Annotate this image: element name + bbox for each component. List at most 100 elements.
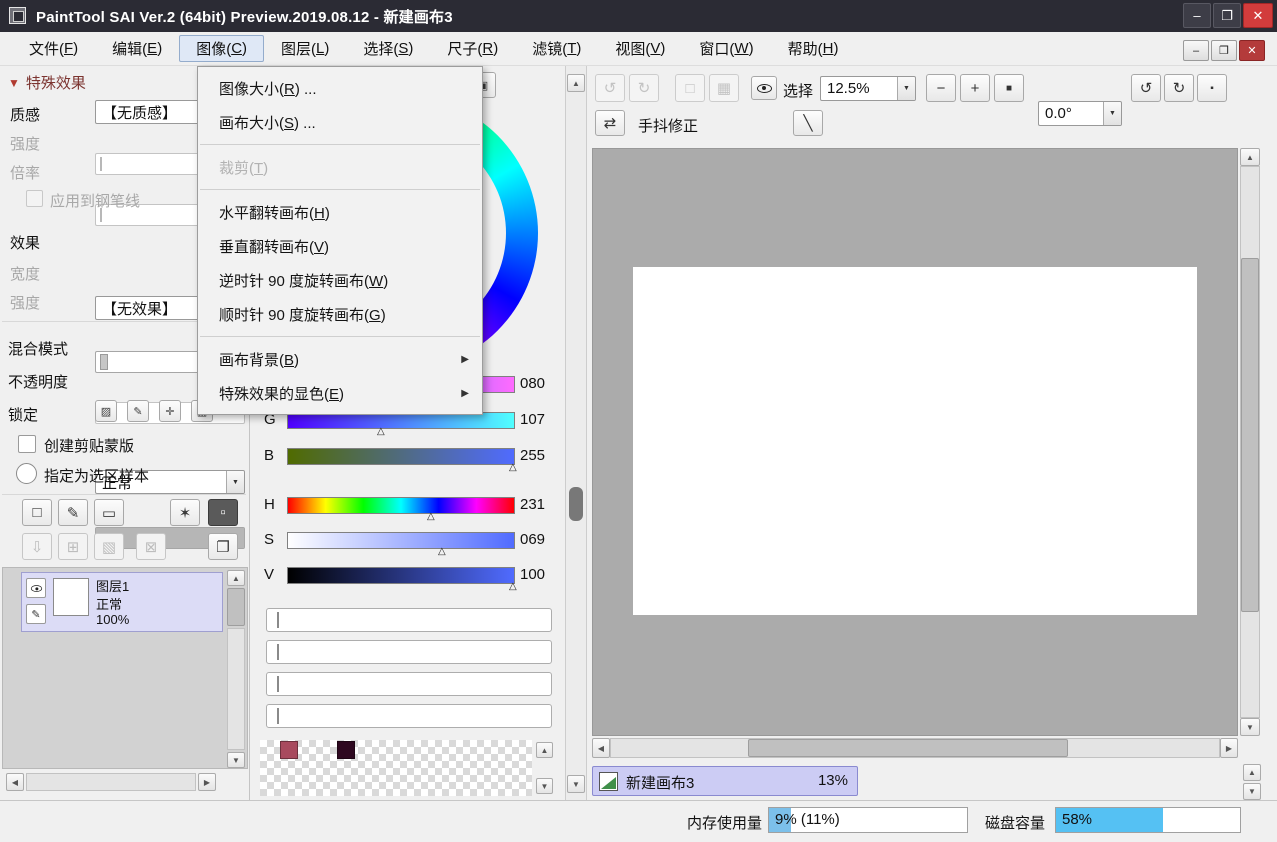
collapse-triangle-icon[interactable]: ▼ — [8, 76, 20, 90]
width-slider-thumb[interactable] — [100, 354, 108, 370]
menubar-item-5[interactable]: 选择(S) — [346, 35, 430, 62]
image-menu-item-7[interactable]: 垂直翻转画布(V) — [198, 229, 482, 263]
divider-thumb[interactable] — [569, 487, 583, 521]
color-slider-track[interactable] — [287, 497, 515, 514]
selection-sample-radio[interactable] — [16, 463, 37, 484]
rotate-ccw-button[interactable]: ↺ — [1131, 74, 1161, 102]
layer-hscroll-track[interactable] — [26, 773, 196, 791]
color-slider-track[interactable] — [287, 532, 515, 549]
layer-row[interactable]: ✎图层1正常100% — [21, 572, 223, 632]
angle-combo[interactable]: 0.0° ▼ — [1038, 101, 1122, 126]
canvas-vscroll-up-button[interactable]: ▲ — [1240, 148, 1260, 166]
special-effect-button[interactable]: ▫ — [208, 499, 238, 526]
image-menu-item-11[interactable]: 画布背景(B)▶ — [198, 342, 482, 376]
canvas-hscroll-left-button[interactable]: ◀ — [592, 738, 610, 758]
extra-slider-2[interactable] — [266, 640, 552, 664]
canvas-viewport[interactable] — [592, 148, 1238, 736]
menubar-item-1[interactable]: 文件(F) — [12, 35, 95, 62]
close-button[interactable]: ✕ — [1243, 3, 1273, 28]
canvas-vscroll-thumb[interactable] — [1241, 258, 1259, 612]
blend-mode-combo-arrow-icon[interactable]: ▼ — [226, 471, 244, 493]
new-pen-layer-button[interactable]: ✎ — [58, 499, 88, 526]
color-slider-marker-icon[interactable]: △ — [427, 511, 435, 522]
layer-hscroll-left-button[interactable]: ◀ — [6, 773, 24, 791]
lock-move-button[interactable]: ✛ — [159, 400, 181, 422]
redo-button[interactable]: ↻ — [629, 74, 659, 102]
layer-pen-button[interactable]: ✎ — [26, 604, 46, 624]
new-folder-button[interactable]: ▭ — [94, 499, 124, 526]
canvas-tab[interactable]: 新建画布3 13% — [592, 766, 858, 796]
selection-extra-button-1[interactable]: □ — [675, 74, 705, 102]
color-slider-track[interactable] — [287, 448, 515, 465]
image-menu-item-1[interactable]: 图像大小(R) ... — [198, 71, 482, 105]
image-menu-item-8[interactable]: 逆时针 90 度旋转画布(W) — [198, 263, 482, 297]
menubar-item-10[interactable]: 帮助(H) — [771, 35, 856, 62]
angle-combo-arrow-icon[interactable]: ▼ — [1103, 102, 1121, 125]
undo-button[interactable]: ↺ — [595, 74, 625, 102]
menubar-item-8[interactable]: 视图(V) — [598, 35, 682, 62]
clear-layer-button[interactable]: ▧ — [94, 533, 124, 560]
swatch-grid[interactable] — [260, 740, 532, 796]
zoom-out-button[interactable]: − — [926, 74, 956, 102]
color-slider-track[interactable] — [287, 567, 515, 584]
menubar-item-9[interactable]: 窗口(W) — [682, 35, 770, 62]
layer-visibility-button[interactable] — [26, 578, 46, 598]
apply-pen-checkbox[interactable] — [26, 190, 43, 207]
extra-slider-4[interactable] — [266, 704, 552, 728]
duplicate-layer-button[interactable]: ❐ — [208, 533, 238, 560]
swatch[interactable] — [280, 741, 298, 759]
layer-scroll-down-button[interactable]: ▼ — [227, 752, 245, 768]
merge-down-button[interactable]: ⊞ — [58, 533, 88, 560]
canvas-hscroll-right-button[interactable]: ▶ — [1220, 738, 1238, 758]
image-menu-item-12[interactable]: 特殊效果的显色(E)▶ — [198, 376, 482, 410]
canvas-hscroll-thumb[interactable] — [748, 739, 1068, 757]
selection-visibility-button[interactable] — [751, 76, 777, 100]
color-slider-marker-icon[interactable]: △ — [377, 426, 385, 437]
menubar-item-6[interactable]: 尺子(R) — [430, 35, 515, 62]
clip-mask-checkbox[interactable] — [18, 435, 36, 453]
rotate-cw-button[interactable]: ↻ — [1164, 74, 1194, 102]
swatch[interactable] — [337, 741, 355, 759]
divider-scroll-up-button[interactable]: ▲ — [567, 74, 585, 92]
lock-opacity-button[interactable]: ▨ — [95, 400, 117, 422]
color-slider-marker-icon[interactable]: △ — [509, 462, 517, 473]
extra-slider-3[interactable] — [266, 672, 552, 696]
mdi-minimize-button[interactable]: – — [1183, 40, 1209, 61]
line-tool-button[interactable]: ╲ — [793, 110, 823, 136]
canvas-document[interactable] — [633, 267, 1197, 615]
new-layer-button[interactable]: □ — [22, 499, 52, 526]
maximize-button[interactable]: ❐ — [1213, 3, 1241, 28]
image-menu-item-2[interactable]: 画布大小(S) ... — [198, 105, 482, 139]
tabbar-scroll-down-button[interactable]: ▼ — [1243, 783, 1261, 800]
layer-scrollbar-track[interactable] — [227, 628, 245, 750]
canvas-vscroll-down-button[interactable]: ▼ — [1240, 718, 1260, 736]
flip-view-button[interactable]: ⇄ — [595, 110, 625, 136]
layer-scrollbar-thumb[interactable] — [227, 588, 245, 626]
menubar-item-2[interactable]: 编辑(E) — [95, 35, 179, 62]
tabbar-scroll-up-button[interactable]: ▲ — [1243, 764, 1261, 781]
lock-draw-button[interactable]: ✎ — [127, 400, 149, 422]
image-menu-item-6[interactable]: 水平翻转画布(H) — [198, 195, 482, 229]
delete-layer-button[interactable]: ⊠ — [136, 533, 166, 560]
layer-scroll-up-button[interactable]: ▲ — [227, 570, 245, 586]
swatch-scroll-down-button[interactable]: ▼ — [536, 778, 553, 794]
swatch-scroll-up-button[interactable]: ▲ — [536, 742, 553, 758]
magic-wand-button[interactable]: ✶ — [170, 499, 200, 526]
extra-slider-1[interactable] — [266, 608, 552, 632]
menubar-item-4[interactable]: 图层(L) — [264, 35, 346, 62]
zoom-combo[interactable]: 12.5% ▼ — [820, 76, 916, 101]
mdi-restore-button[interactable]: ❐ — [1211, 40, 1237, 61]
selection-extra-button-2[interactable]: ▦ — [709, 74, 739, 102]
menubar-item-3[interactable]: 图像(C) — [179, 35, 264, 62]
image-menu-item-9[interactable]: 顺时针 90 度旋转画布(G) — [198, 297, 482, 331]
divider-scroll-down-button[interactable]: ▼ — [567, 775, 585, 793]
minimize-button[interactable]: – — [1183, 3, 1211, 28]
zoom-reset-button[interactable]: ■ — [994, 74, 1024, 102]
mdi-close-button[interactable]: ✕ — [1239, 40, 1265, 61]
color-slider-marker-icon[interactable]: △ — [438, 546, 446, 557]
zoom-combo-arrow-icon[interactable]: ▼ — [897, 77, 915, 100]
color-slider-marker-icon[interactable]: △ — [509, 581, 517, 592]
transfer-down-button[interactable]: ⇩ — [22, 533, 52, 560]
layer-hscroll-right-button[interactable]: ▶ — [198, 773, 216, 791]
zoom-in-button[interactable]: + — [960, 74, 990, 102]
